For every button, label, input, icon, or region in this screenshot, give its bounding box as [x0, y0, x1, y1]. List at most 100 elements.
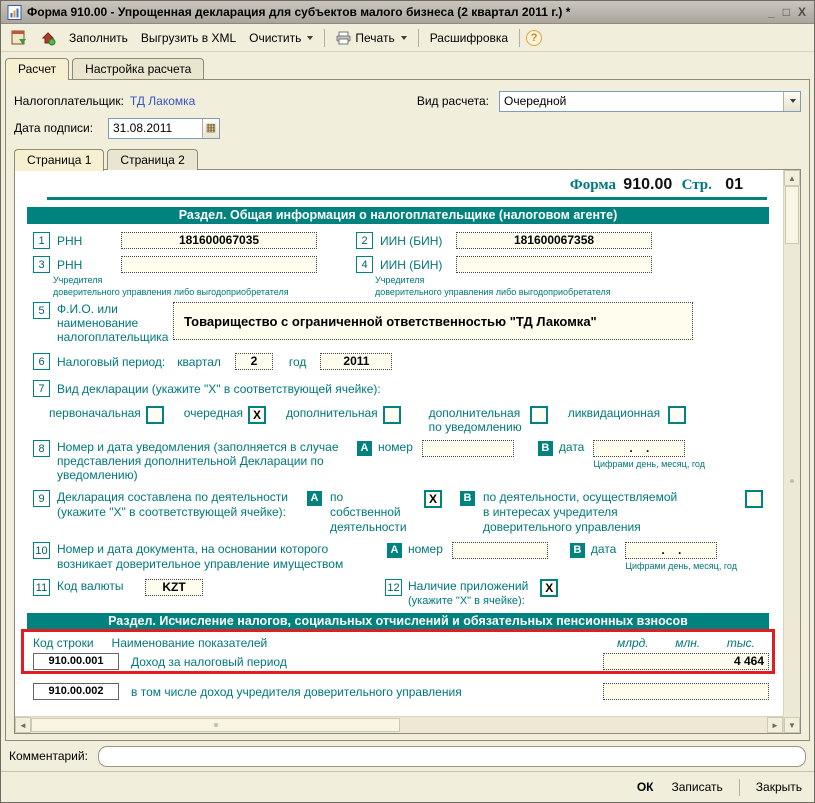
item8-b-label: дата — [559, 440, 584, 454]
table-unit-tys: тыс. — [727, 636, 755, 650]
item10-a-label: номер — [408, 542, 443, 556]
calendar-icon: ▦ — [206, 123, 216, 134]
item6-quarter-label: квартал — [177, 355, 221, 369]
row1-amount-input[interactable]: 4 464 — [603, 653, 769, 670]
save-button[interactable]: Записать — [670, 778, 725, 796]
page-number: 01 — [725, 176, 743, 193]
teal-rule — [47, 197, 767, 200]
item6-numbox: 6 — [33, 353, 50, 370]
item11-input[interactable]: KZT — [145, 579, 203, 596]
row1-label: Доход за налоговый период — [131, 655, 287, 669]
vertical-scroll-track[interactable] — [784, 244, 800, 717]
item3-subcaption2: доверительного управления либо выгодопри… — [53, 287, 375, 297]
explain-button-label: Расшифровка — [430, 31, 508, 45]
toolbar-separator — [324, 29, 325, 47]
item11-numbox: 11 — [33, 579, 50, 596]
item2-input[interactable]: 181600067358 — [456, 232, 652, 249]
item12-subcaption: (укажите "X" в ячейке): — [408, 594, 528, 609]
close-form-button[interactable]: Закрыть — [754, 778, 804, 796]
comment-input[interactable] — [98, 746, 806, 767]
item6-label: Налоговый период: — [57, 355, 165, 369]
print-button[interactable]: Печать — [331, 28, 411, 48]
item10-label-line1: Номер и дата документа, на основании кот… — [57, 542, 387, 557]
row2-amount-input[interactable] — [603, 683, 769, 700]
item9-a-checkbox[interactable]: X — [424, 490, 442, 508]
item5-input[interactable]: Товарищество с ограниченной ответственно… — [173, 302, 693, 340]
item10-badge-a: A — [387, 543, 402, 558]
item4-input[interactable] — [456, 256, 652, 273]
page-tab-1[interactable]: Страница 1 — [14, 149, 104, 171]
item7-cb2-checkbox[interactable]: X — [248, 406, 266, 424]
item9-numbox: 9 — [33, 490, 50, 507]
item7-cb1-label: первоначальная — [49, 406, 141, 420]
item7-cb3-checkbox[interactable] — [383, 406, 401, 424]
item8-date-caption: Цифрами день, месяц, год — [593, 459, 705, 469]
scroll-right-button[interactable]: ► — [767, 717, 783, 733]
calendar-button[interactable]: ▦ — [202, 119, 219, 138]
item12-checkbox[interactable]: X — [540, 579, 558, 597]
horizontal-scrollbar[interactable]: ◄ ► — [15, 716, 783, 733]
tab-settings[interactable]: Настройка расчета — [72, 58, 204, 79]
vertical-scroll-thumb[interactable] — [785, 186, 799, 244]
page-word: Стр. — [682, 177, 712, 193]
fill-assistant-button[interactable] — [35, 27, 61, 49]
item5-label-line2: наименование — [57, 316, 173, 330]
horizontal-scroll-track[interactable] — [400, 717, 767, 733]
table-unit-mlrd: млрд. — [617, 636, 649, 650]
minimize-button[interactable]: _ — [768, 5, 775, 19]
item2-numbox: 2 — [356, 232, 373, 249]
item3-input[interactable] — [121, 256, 317, 273]
item7-cb4-checkbox[interactable] — [530, 406, 548, 424]
fill-button[interactable]: Заполнить — [64, 28, 133, 48]
scroll-down-button[interactable]: ▼ — [784, 717, 800, 733]
calc-tab-panel: Налогоплательщик: ТД Лакомка Вид расчета… — [5, 79, 810, 741]
chevron-down-icon — [790, 99, 796, 103]
item6-quarter-input[interactable]: 2 — [235, 353, 273, 370]
form-code-header: Форма 910.00 Стр. 01 — [21, 172, 779, 194]
sign-date-input[interactable]: 31.08.2011 ▦ — [108, 118, 220, 139]
scroll-left-button[interactable]: ◄ — [15, 717, 31, 733]
item10-b-label: дата — [591, 542, 616, 556]
horizontal-scroll-thumb[interactable] — [31, 718, 400, 732]
calc-type-combobox[interactable]: Очередной — [499, 91, 801, 112]
toolbar-separator — [519, 29, 520, 47]
export-xml-button[interactable]: Выгрузить в XML — [136, 28, 241, 48]
comment-label: Комментарий: — [9, 749, 88, 763]
fill-button-label: Заполнить — [69, 31, 128, 45]
bottom-button-bar: ОК Записать Закрыть — [1, 771, 814, 802]
page-tab-2[interactable]: Страница 2 — [107, 149, 197, 170]
explain-button[interactable]: Расшифровка — [425, 28, 513, 48]
combobox-dropdown-button[interactable] — [783, 92, 800, 111]
close-button[interactable]: X — [798, 5, 806, 19]
item6-year-input[interactable]: 2011 — [320, 353, 392, 370]
item7-cb1-checkbox[interactable] — [146, 406, 164, 424]
show-form-button[interactable] — [6, 27, 32, 49]
clear-button[interactable]: Очистить — [244, 28, 318, 48]
ok-button[interactable]: ОК — [635, 778, 656, 796]
calc-type-label: Вид расчета: — [417, 94, 489, 108]
item9-b-checkbox[interactable] — [745, 490, 763, 508]
item10-number-input[interactable] — [452, 542, 548, 559]
item8-badge-a: A — [357, 441, 372, 456]
scroll-grip — [214, 723, 218, 727]
table-row: 910.00.001 Доход за налоговый период 4 4… — [33, 653, 779, 670]
item7-label: Вид декларации (укажите "X" в соответств… — [57, 382, 381, 396]
item8-number-input[interactable] — [422, 440, 514, 457]
item10-date-input[interactable]: . . — [625, 542, 717, 559]
item5-numbox: 5 — [33, 302, 50, 319]
item1-input[interactable]: 181600067035 — [121, 232, 317, 249]
scroll-up-button[interactable]: ▲ — [784, 170, 800, 186]
item7-cb2-label: очередная — [184, 406, 243, 420]
item3-label: РНН — [57, 258, 121, 272]
title-bar: Форма 910.00 - Упрощенная декларация для… — [1, 1, 814, 24]
item7-cb5-checkbox[interactable] — [668, 406, 686, 424]
item5-label-line3: налогоплательщика — [57, 330, 173, 344]
page-tabstrip: Страница 1 Страница 2 — [14, 149, 801, 170]
help-button[interactable]: ? — [526, 30, 542, 46]
vertical-scrollbar[interactable]: ▲ ▼ — [783, 170, 800, 733]
show-form-icon — [11, 30, 27, 46]
maximize-button[interactable]: □ — [783, 5, 790, 19]
item8-date-input[interactable]: . . — [593, 440, 685, 457]
taxpayer-link[interactable]: ТД Лакомка — [130, 94, 195, 108]
tab-calc[interactable]: Расчет — [5, 58, 69, 80]
